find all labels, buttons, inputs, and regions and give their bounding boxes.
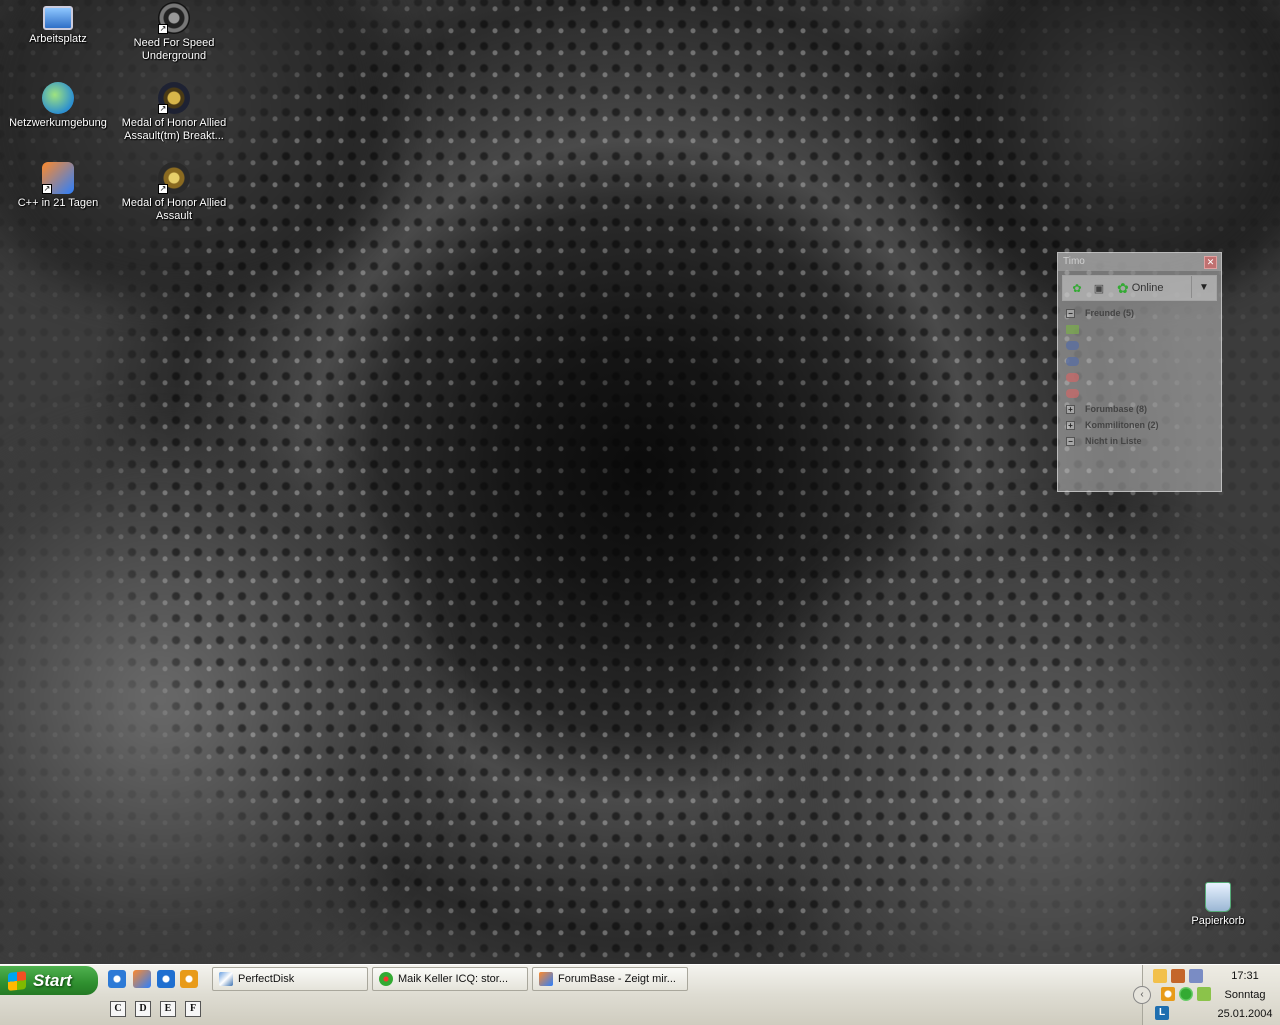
firefox-icon: [539, 972, 553, 986]
shortcut-arrow-icon: ↗: [158, 184, 168, 194]
icq-contact[interactable]: [1066, 337, 1215, 353]
network-tray-icon[interactable]: [1189, 969, 1203, 983]
icq-group-label: Kommilitonen (2): [1085, 420, 1159, 430]
desktop-icon-netzwerkumgebung[interactable]: Netzwerkumgebung: [3, 82, 113, 130]
icq-status-label: Online: [1131, 282, 1164, 294]
desktop-icon-need-for-speed[interactable]: ↗ Need For Speed Underground: [119, 2, 229, 63]
icq-group-forumbase[interactable]: + Forumbase (8): [1066, 401, 1215, 417]
icq-quick-icon[interactable]: [180, 970, 198, 988]
expand-icon[interactable]: +: [1066, 404, 1075, 414]
icq-group-nicht-in-liste[interactable]: − Nicht in Liste: [1066, 433, 1215, 449]
expand-icon[interactable]: +: [1066, 420, 1075, 430]
online-flower-icon: ✿: [1117, 279, 1129, 296]
task-button-perfectdisk[interactable]: PerfectDisk: [212, 967, 368, 991]
collapse-icon[interactable]: −: [1066, 436, 1075, 446]
l-tray-icon[interactable]: L: [1155, 1006, 1169, 1020]
taskbar: Start C D E F PerfectDisk Maik Keller IC…: [0, 964, 1280, 1025]
desktop-icon-label: Netzwerkumgebung: [9, 117, 107, 129]
drive-e-button[interactable]: E: [160, 1001, 176, 1017]
system-tray: ‹ L 17:31 Sonntag 25.01.2004: [1133, 965, 1280, 1025]
icq-tray-icon[interactable]: [1179, 987, 1193, 1001]
desktop-icon-label: Medal of Honor Allied Assault(tm) Breakt…: [121, 117, 227, 142]
clock-day: Sonntag: [1224, 989, 1266, 1001]
desktop-icon-moh-breakthrough[interactable]: ↗ Medal of Honor Allied Assault(tm) Brea…: [119, 82, 229, 143]
icq-group-label: Forumbase (8): [1085, 404, 1148, 414]
start-label: Start: [33, 971, 72, 990]
firefox-icon[interactable]: [133, 970, 151, 988]
icq-contact[interactable]: [1066, 385, 1215, 401]
ie-icon[interactable]: [108, 970, 126, 988]
desktop-icon-arbeitsplatz[interactable]: Arbeitsplatz: [3, 2, 113, 46]
icq-group-freunde[interactable]: − Freunde (5): [1066, 305, 1215, 321]
contact-away-icon: [1066, 388, 1079, 398]
icq-contact-window[interactable]: Timo ✕ ✿ ▣ ✿ Online ▼ − Freunde (5) + Fo…: [1057, 252, 1222, 492]
icq-contact[interactable]: [1066, 353, 1215, 369]
icq-flower-icon: [379, 972, 393, 986]
icq-title-bar[interactable]: Timo ✕: [1058, 253, 1221, 271]
clock-tray-icon[interactable]: [1161, 987, 1175, 1001]
app-tray-icon[interactable]: [1171, 969, 1185, 983]
desktop-icon-cpp-21-tagen[interactable]: ↗ C++ in 21 Tagen: [3, 162, 113, 210]
windows-flag-icon: [8, 970, 26, 991]
message-envelope-icon: [1066, 324, 1079, 334]
icq-status-selector[interactable]: ✿ Online: [1117, 280, 1164, 297]
shortcut-arrow-icon: ↗: [158, 104, 168, 114]
cpp-book-icon: ↗: [42, 162, 74, 194]
task-label: Maik Keller ICQ: stor...: [398, 973, 509, 985]
message-tray-icon[interactable]: [1197, 987, 1211, 1001]
close-icon[interactable]: ✕: [1204, 256, 1217, 269]
task-button-forumbase[interactable]: ForumBase - Zeigt mir...: [532, 967, 688, 991]
clock-date: 25.01.2004: [1217, 1008, 1273, 1020]
start-button[interactable]: Start: [0, 966, 98, 995]
collapse-icon[interactable]: −: [1066, 308, 1075, 318]
browser-icon[interactable]: [157, 970, 175, 988]
task-button-icq-chat[interactable]: Maik Keller ICQ: stor...: [372, 967, 528, 991]
chevron-down-icon[interactable]: ▼: [1191, 276, 1216, 298]
desktop-icon-label: Papierkorb: [1191, 915, 1245, 927]
recycle-bin-icon: [1205, 882, 1231, 912]
computer-icon: [43, 6, 73, 30]
chevron-left-icon[interactable]: ‹: [1133, 986, 1151, 1004]
drive-d-button[interactable]: D: [135, 1001, 151, 1017]
desktop-icon-label: Need For Speed Underground: [133, 37, 215, 62]
shortcut-arrow-icon: ↗: [158, 24, 168, 34]
desktop-icon-label: Medal of Honor Allied Assault: [121, 197, 227, 222]
mail-tray-icon[interactable]: [1153, 969, 1167, 983]
desktop-icon-label: C++ in 21 Tagen: [17, 197, 99, 209]
icq-window-title: Timo: [1063, 256, 1085, 267]
task-label: PerfectDisk: [238, 973, 295, 985]
network-icon: [42, 82, 74, 114]
contact-status-icon: [1066, 356, 1079, 366]
desktop-icon-papierkorb[interactable]: Papierkorb: [1163, 882, 1273, 928]
clock-time[interactable]: 17:31: [1213, 970, 1277, 982]
icq-contact-list: − Freunde (5) + Forumbase (8) + Kommilit…: [1066, 305, 1215, 449]
icq-group-kommilitonen[interactable]: + Kommilitonen (2): [1066, 417, 1215, 433]
drive-toolbar: C D E F: [110, 1001, 210, 1017]
contact-na-icon: [1066, 372, 1079, 382]
contact-status-icon: [1066, 340, 1079, 350]
icq-group-label: Nicht in Liste: [1085, 436, 1142, 446]
icq-contact[interactable]: [1066, 369, 1215, 385]
task-label: ForumBase - Zeigt mir...: [558, 973, 676, 985]
icq-contacts-icon[interactable]: ▣: [1091, 280, 1107, 296]
moh-breakthrough-icon: ↗: [158, 82, 190, 114]
drive-c-button[interactable]: C: [110, 1001, 126, 1017]
drive-f-button[interactable]: F: [185, 1001, 201, 1017]
icq-toolbar: ✿ ▣ ✿ Online ▼: [1062, 275, 1217, 301]
shortcut-arrow-icon: ↗: [42, 184, 52, 194]
icq-contact[interactable]: [1066, 321, 1215, 337]
icq-menu-flower-icon[interactable]: ✿: [1069, 280, 1085, 296]
nfs-icon: ↗: [158, 2, 190, 34]
icq-group-label: Freunde (5): [1085, 308, 1135, 318]
moh-icon: ↗: [158, 162, 190, 194]
perfectdisk-icon: [219, 972, 233, 986]
desktop-icon-label: Arbeitsplatz: [29, 33, 87, 45]
desktop-icon-moh[interactable]: ↗ Medal of Honor Allied Assault: [119, 162, 229, 223]
